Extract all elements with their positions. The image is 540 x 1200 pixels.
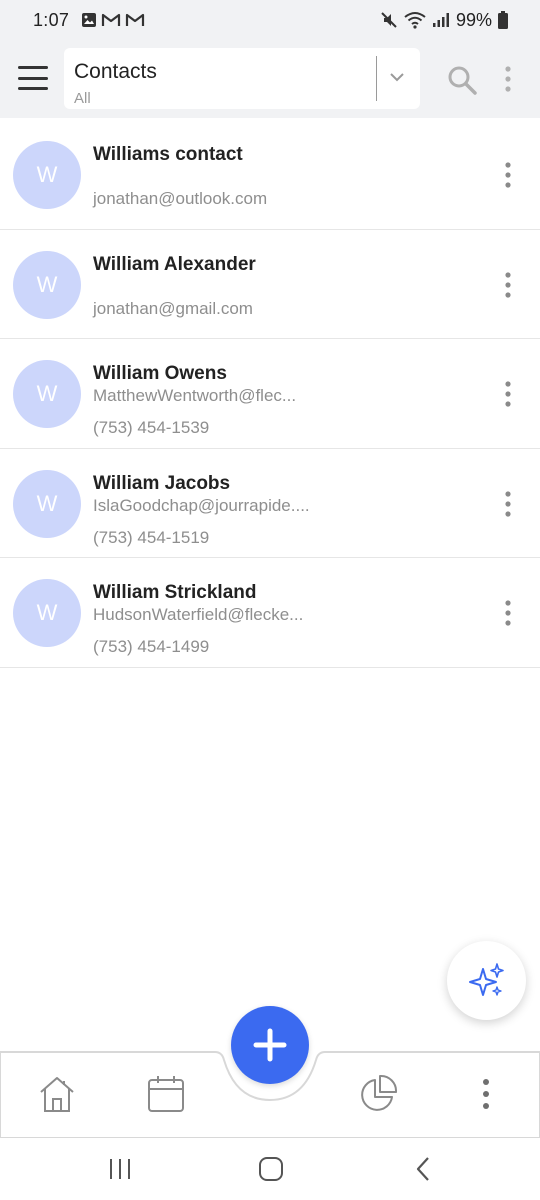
contact-phone: (753) 454-1499 — [93, 637, 210, 656]
avatar: W — [13, 579, 81, 647]
back-button[interactable] — [408, 1154, 438, 1184]
recents-icon — [110, 1159, 130, 1179]
sparkle-icon — [468, 962, 504, 996]
contact-name: William Strickland — [93, 582, 257, 603]
add-icon — [253, 1028, 287, 1062]
nav-calendar[interactable] — [144, 1072, 188, 1116]
app-header: Contacts All — [0, 40, 540, 118]
contact-phone: (753) 454-1519 — [93, 527, 210, 547]
contact-email: HudsonWaterfield@flecke... — [93, 605, 304, 624]
contact-row[interactable]: W William Strickland HudsonWaterfield@fl… — [0, 558, 540, 668]
contact-email: jonathan@gmail.com — [93, 298, 253, 318]
nav-home[interactable] — [35, 1072, 79, 1116]
more-vertical-icon[interactable] — [498, 64, 518, 94]
recent-apps-button[interactable] — [105, 1154, 135, 1184]
gallery-icon — [82, 13, 97, 27]
contact-row[interactable]: W William Alexander jonathan@gmail.com — [0, 230, 540, 339]
wifi-icon — [404, 12, 426, 29]
battery-percent: 99% — [455, 9, 492, 30]
contact-email: IslaGoodchap@jourrapide.... — [93, 495, 310, 515]
signal-icon — [432, 13, 449, 27]
home-icon — [40, 1077, 74, 1112]
more-vertical-icon[interactable] — [498, 598, 518, 628]
avatar: W — [13, 469, 81, 538]
calendar-icon — [148, 1076, 184, 1112]
mute-icon — [381, 12, 397, 28]
contact-row[interactable]: W William Owens MatthewWentworth@flec...… — [0, 339, 540, 449]
view-divider — [376, 56, 377, 101]
search-icon[interactable] — [446, 64, 478, 96]
more-vertical-icon[interactable] — [498, 489, 518, 519]
contact-email: jonathan@outlook.com — [93, 189, 268, 208]
nav-reports[interactable] — [356, 1072, 400, 1116]
avatar: W — [13, 360, 81, 428]
view-selector[interactable]: Contacts All — [64, 48, 420, 109]
more-vertical-icon — [483, 1079, 489, 1109]
contact-phone: (753) 454-1539 — [93, 418, 210, 437]
home-circle-icon — [259, 1157, 283, 1181]
contact-list: W Williams contact jonathan@outlook.com … — [0, 120, 540, 668]
add-contact-button[interactable] — [231, 1006, 309, 1084]
contact-name: William Owens — [93, 363, 227, 384]
contact-name: William Alexander — [93, 253, 256, 275]
home-button[interactable] — [256, 1154, 286, 1184]
system-status-icons: 99% — [380, 10, 508, 31]
system-navigation-bar — [0, 1138, 540, 1200]
nav-more[interactable] — [464, 1072, 508, 1116]
contact-email: MatthewWentworth@flec... — [93, 386, 297, 405]
view-title: Contacts — [74, 60, 157, 83]
contact-name: Williams contact — [93, 144, 243, 165]
avatar: W — [13, 250, 81, 319]
more-vertical-icon[interactable] — [498, 270, 518, 300]
avatar: W — [13, 141, 81, 209]
notification-icons — [81, 12, 145, 28]
contact-row[interactable]: W Williams contact jonathan@outlook.com — [0, 120, 540, 230]
ai-assistant-button[interactable] — [447, 941, 526, 1020]
contact-name: William Jacobs — [93, 472, 231, 494]
status-time: 1:07 — [33, 9, 70, 30]
chevron-down-icon — [390, 73, 404, 82]
more-vertical-icon[interactable] — [498, 160, 518, 190]
pie-chart-icon — [361, 1074, 398, 1111]
battery-icon — [498, 11, 508, 29]
menu-icon[interactable] — [18, 66, 48, 90]
contact-row[interactable]: W William Jacobs IslaGoodchap@jourrapide… — [0, 449, 540, 558]
more-vertical-icon[interactable] — [498, 379, 518, 409]
gmail-icon — [102, 13, 121, 26]
view-filter: All — [74, 90, 91, 107]
status-bar: 1:07 99% — [0, 0, 540, 40]
back-icon — [416, 1157, 429, 1181]
gmail-icon — [126, 13, 145, 26]
